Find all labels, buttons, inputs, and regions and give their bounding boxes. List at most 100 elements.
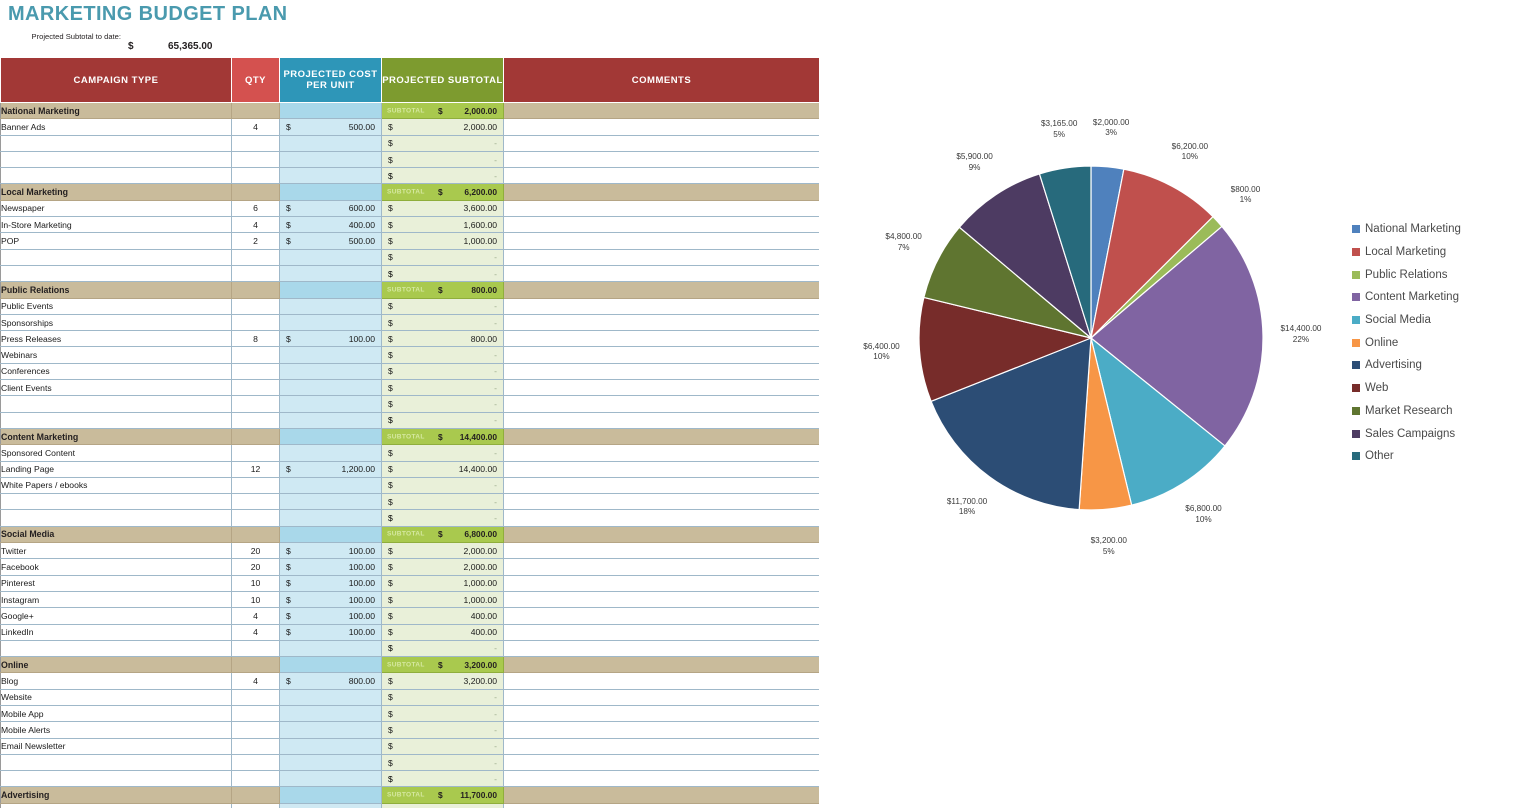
row-cost-per-unit[interactable] [279,395,382,413]
row-campaign-type[interactable]: Google+ [0,607,232,625]
table-row[interactable]: Online4$2,500.00$10,000.00 [0,802,819,808]
table-row[interactable]: Twitter 20 $100.00 $2,000.00 [0,542,819,560]
row-campaign-type[interactable]: Client Events [0,379,232,397]
row-comments[interactable] [503,460,819,478]
legend-item-advertising[interactable]: Advertising [1352,354,1461,377]
row-comments[interactable] [503,721,819,739]
row-comments[interactable] [503,330,819,348]
section-header-row[interactable]: Social Media SUBTOTAL $6,800.00 [0,525,819,544]
row-qty[interactable]: 4 [231,216,280,234]
table-row[interactable]: $ - [0,395,819,413]
row-cost-per-unit[interactable] [279,362,382,381]
row-campaign-type[interactable]: Webinars [0,346,232,364]
legend-item-national-marketing[interactable]: National Marketing [1352,218,1461,241]
row-cost-per-unit[interactable] [279,379,382,397]
row-comments[interactable] [503,362,819,381]
row-comments[interactable] [503,346,819,364]
row-qty[interactable]: 6 [231,199,280,218]
row-qty[interactable]: 10 [231,590,280,609]
row-campaign-type[interactable]: POP [0,232,232,250]
table-row[interactable]: $ - [0,134,819,152]
row-cost-per-unit[interactable] [279,297,382,315]
table-row[interactable]: Client Events $ - [0,379,819,397]
row-projected-subtotal[interactable]: $ - [381,444,504,462]
table-row[interactable]: Sponsorships $ - [0,313,819,332]
row-projected-subtotal[interactable]: $1,000.00 [381,232,504,250]
legend-item-social-media[interactable]: Social Media [1352,309,1461,332]
row-campaign-type[interactable]: White Papers / ebooks [0,476,232,495]
section-header-row[interactable]: National Marketing SUBTOTAL $2,000.00 [0,101,819,120]
row-qty[interactable] [231,476,280,495]
row-campaign-type[interactable] [0,150,232,169]
row-campaign-type[interactable]: Pinterest [0,574,232,592]
table-row[interactable]: $ - [0,248,819,266]
row-projected-subtotal[interactable]: $2,000.00 [381,542,504,560]
row-campaign-type[interactable] [0,395,232,413]
row-comments[interactable] [503,476,819,495]
row-projected-subtotal[interactable]: $ - [381,346,504,364]
row-comments[interactable] [503,623,819,641]
row-comments[interactable] [503,379,819,397]
row-qty[interactable]: 20 [231,558,280,576]
row-campaign-type[interactable]: LinkedIn [0,623,232,641]
table-row[interactable]: Newspaper 6 $600.00 $3,600.00 [0,199,819,218]
row-campaign-type[interactable]: Sponsorships [0,313,232,332]
row-comments[interactable] [503,150,819,169]
row-qty[interactable]: 20 [231,542,280,560]
row-projected-subtotal[interactable]: $10,000.00 [381,802,504,808]
row-projected-subtotal[interactable]: $ - [381,150,504,169]
table-row[interactable]: Mobile Alerts $ - [0,721,819,739]
row-campaign-type[interactable]: Banner Ads [0,118,232,136]
row-projected-subtotal[interactable]: $ - [381,362,504,381]
row-comments[interactable] [503,737,819,755]
row-campaign-type[interactable]: In-Store Marketing [0,216,232,234]
row-campaign-type[interactable] [0,248,232,266]
row-cost-per-unit[interactable]: $2,500.00 [279,802,382,808]
row-comments[interactable] [503,607,819,625]
row-campaign-type[interactable]: Email Newsletter [0,737,232,755]
row-qty[interactable]: 2 [231,232,280,250]
row-qty[interactable]: 8 [231,330,280,348]
row-projected-subtotal[interactable]: $ - [381,493,504,511]
row-projected-subtotal[interactable]: $ - [381,313,504,332]
row-cost-per-unit[interactable]: $100.00 [279,590,382,609]
section-header-row[interactable]: Online SUBTOTAL $3,200.00 [0,656,819,674]
row-cost-per-unit[interactable] [279,134,382,152]
row-projected-subtotal[interactable]: $14,400.00 [381,460,504,478]
row-qty[interactable] [231,721,280,739]
row-projected-subtotal[interactable]: $ - [381,753,504,772]
table-row[interactable]: Mobile App $ - [0,704,819,723]
row-qty[interactable] [231,704,280,723]
row-comments[interactable] [503,590,819,609]
table-row[interactable]: Press Releases 8 $100.00 $800.00 [0,330,819,348]
table-row[interactable]: Facebook 20 $100.00 $2,000.00 [0,558,819,576]
row-qty[interactable]: 10 [231,574,280,592]
table-row[interactable]: Public Events $ - [0,297,819,315]
section-header-row[interactable]: Local Marketing SUBTOTAL $6,200.00 [0,183,819,201]
row-cost-per-unit[interactable] [279,688,382,706]
row-campaign-type[interactable]: Facebook [0,558,232,576]
row-campaign-type[interactable]: Mobile Alerts [0,721,232,739]
row-qty[interactable]: 4 [231,118,280,136]
row-cost-per-unit[interactable]: $100.00 [279,574,382,592]
row-projected-subtotal[interactable]: $ - [381,297,504,315]
row-projected-subtotal[interactable]: $800.00 [381,330,504,348]
row-projected-subtotal[interactable]: $ - [381,379,504,397]
row-comments[interactable] [503,297,819,315]
row-cost-per-unit[interactable] [279,704,382,723]
row-cost-per-unit[interactable] [279,346,382,364]
table-row[interactable]: $ - [0,753,819,772]
row-comments[interactable] [503,802,819,808]
row-campaign-type[interactable]: Instagram [0,590,232,609]
budget-table-container[interactable]: CAMPAIGN TYPE QTY PROJECTED COST PER UNI… [0,57,819,808]
table-row[interactable]: Sponsored Content $ - [0,444,819,462]
row-cost-per-unit[interactable] [279,150,382,169]
row-cost-per-unit[interactable]: $100.00 [279,607,382,625]
row-cost-per-unit[interactable]: $600.00 [279,199,382,218]
table-row[interactable]: Email Newsletter $ - [0,737,819,755]
row-comments[interactable] [503,199,819,218]
row-comments[interactable] [503,232,819,250]
row-comments[interactable] [503,395,819,413]
row-campaign-type[interactable]: Public Events [0,297,232,315]
row-qty[interactable]: 12 [231,460,280,478]
